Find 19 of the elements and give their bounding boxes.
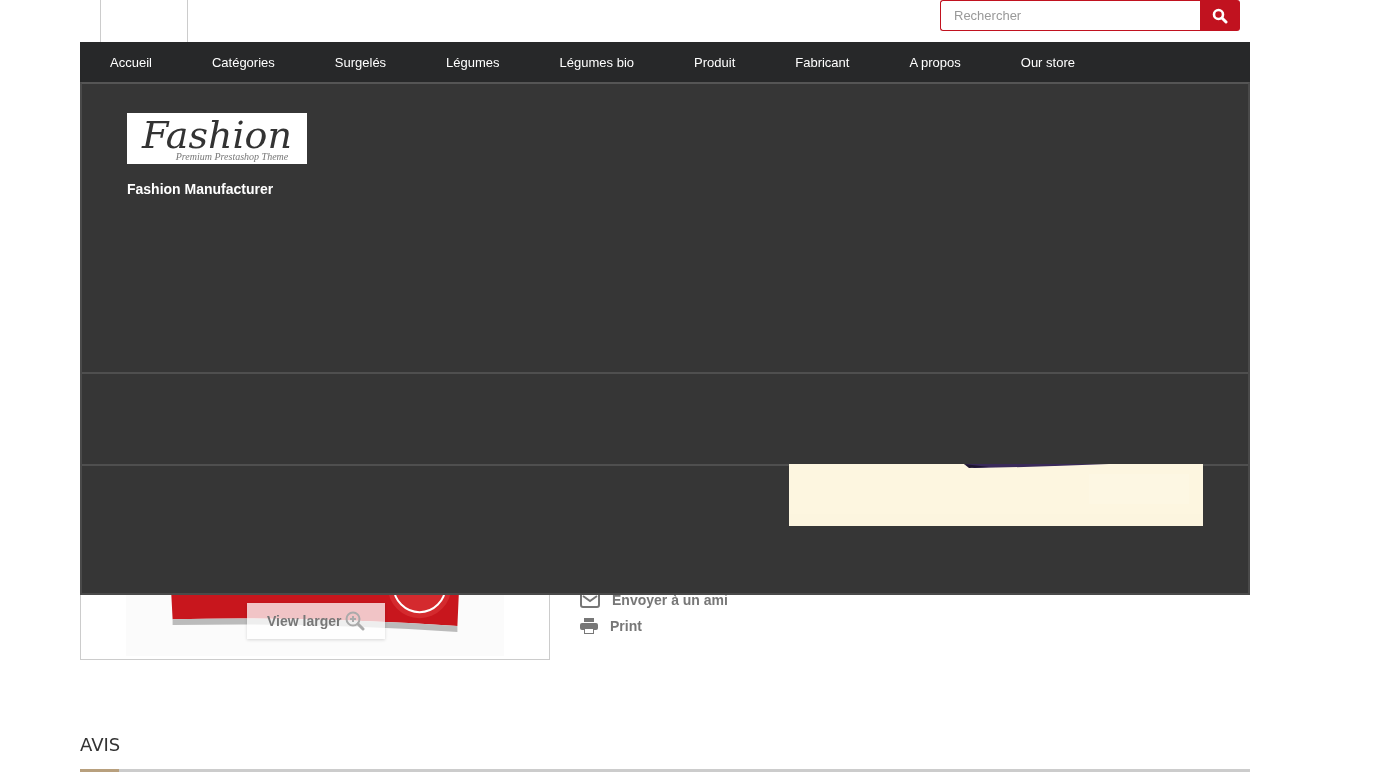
nav-link[interactable]: Our store bbox=[1020, 54, 1075, 70]
zoom-in-icon bbox=[345, 611, 366, 631]
view-larger-button[interactable]: View larger bbox=[247, 603, 386, 639]
search-icon bbox=[1212, 7, 1228, 24]
envelope-icon bbox=[580, 592, 600, 608]
nav-link[interactable]: Fabricant bbox=[795, 54, 850, 70]
manufacturer-link[interactable]: Fashion Manufacturer bbox=[127, 181, 274, 197]
nav-link[interactable]: Catégories bbox=[211, 54, 275, 70]
nav-link[interactable]: Produit bbox=[694, 54, 736, 70]
nav-link[interactable]: A propos bbox=[909, 54, 961, 70]
search-button[interactable] bbox=[1200, 0, 1240, 31]
nav-link[interactable]: Légumes bio bbox=[559, 54, 635, 70]
search-field[interactable]: Rechercher bbox=[940, 0, 1200, 31]
nav-link[interactable]: Légumes bbox=[446, 54, 500, 70]
printer-icon bbox=[580, 618, 598, 634]
nav-link[interactable]: Surgelés bbox=[334, 54, 387, 70]
nav-link[interactable]: Accueil bbox=[110, 54, 152, 70]
section-heading: AVIS bbox=[80, 734, 121, 755]
product-action-link[interactable]: Print bbox=[580, 618, 728, 634]
